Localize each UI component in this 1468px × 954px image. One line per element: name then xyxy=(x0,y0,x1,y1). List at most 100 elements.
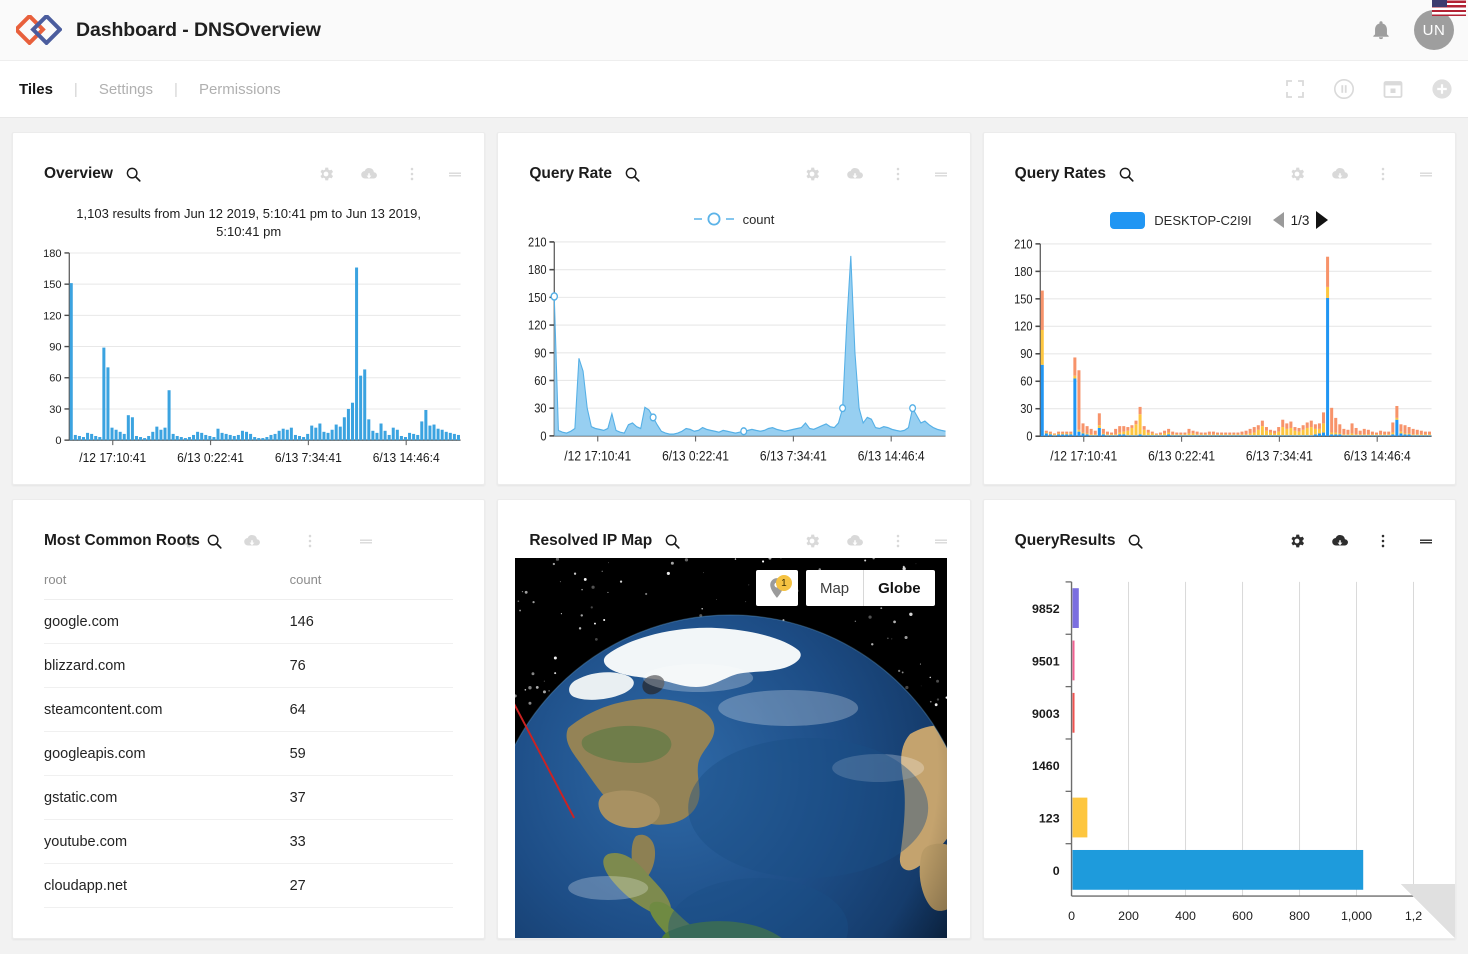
search-icon[interactable] xyxy=(1127,533,1144,550)
roots-table-wrap: root count google.com146blizzard.com76st… xyxy=(13,558,484,908)
calendar-icon[interactable] xyxy=(1381,77,1405,101)
tab-bar: Tiles | Settings | Permissions xyxy=(0,61,1468,118)
overview-results-text: 1,103 results from Jun 12 2019, 5:10:41 … xyxy=(13,191,484,245)
query-rates-legend[interactable]: DESKTOP-C2I9I 1/3 xyxy=(984,191,1455,235)
minimize-icon[interactable] xyxy=(932,165,950,183)
cell-count: 76 xyxy=(290,644,454,688)
svg-text:123: 123 xyxy=(1039,811,1060,825)
svg-text:120: 120 xyxy=(43,310,61,322)
add-icon[interactable] xyxy=(1430,77,1454,101)
table-row[interactable]: steamcontent.com64 xyxy=(44,688,453,732)
svg-text:120: 120 xyxy=(528,318,547,333)
minimize-icon[interactable] xyxy=(446,165,464,183)
gear-icon[interactable] xyxy=(803,532,821,550)
svg-text:6/13 0:22:41: 6/13 0:22:41 xyxy=(1148,448,1215,464)
table-row[interactable]: blizzard.com76 xyxy=(44,644,453,688)
tile-most-common-roots-header: Most Common Roots xyxy=(13,500,484,558)
more-vertical-icon[interactable] xyxy=(403,165,421,183)
search-icon[interactable] xyxy=(624,166,641,183)
query-rates-chart[interactable]: 0306090120150180210/12 17:10:416/13 0:22… xyxy=(984,235,1455,484)
fullscreen-icon[interactable] xyxy=(1283,77,1307,101)
svg-text:600: 600 xyxy=(1232,909,1253,923)
search-icon[interactable] xyxy=(125,166,142,183)
table-row[interactable]: googleapis.com59 xyxy=(44,732,453,776)
overview-chart[interactable]: 0306090120150180/12 17:10:416/13 0:22:41… xyxy=(13,245,484,484)
chevron-right-icon[interactable] xyxy=(1316,211,1328,229)
dashboard-toolbar xyxy=(1283,77,1454,101)
query-rate-legend[interactable]: count xyxy=(498,191,969,233)
tab-settings[interactable]: Settings xyxy=(97,81,155,98)
cloud-download-icon[interactable] xyxy=(243,532,261,550)
cloud-download-icon[interactable] xyxy=(846,532,864,550)
tile-query-rates-title: Query Rates xyxy=(1015,165,1106,183)
tile-overview-actions xyxy=(317,165,464,183)
minimize-icon[interactable] xyxy=(1417,532,1435,550)
gear-icon[interactable] xyxy=(1288,165,1306,183)
gear-icon[interactable] xyxy=(179,532,197,550)
roots-table: root count google.com146blizzard.com76st… xyxy=(44,558,453,908)
svg-text:1460: 1460 xyxy=(1032,759,1060,773)
more-vertical-icon[interactable] xyxy=(301,532,319,550)
cell-count: 146 xyxy=(290,600,454,644)
table-row[interactable]: gstatic.com37 xyxy=(44,776,453,820)
map-pin-button[interactable]: 1 xyxy=(756,570,798,606)
cell-root: blizzard.com xyxy=(44,644,290,688)
table-row[interactable]: youtube.com33 xyxy=(44,820,453,864)
gear-icon[interactable] xyxy=(803,165,821,183)
search-icon[interactable] xyxy=(1118,166,1135,183)
more-vertical-icon[interactable] xyxy=(1374,165,1392,183)
more-vertical-icon[interactable] xyxy=(889,165,907,183)
avatar[interactable]: UN xyxy=(1414,10,1454,50)
tile-query-results-header: QueryResults xyxy=(984,500,1455,558)
svg-text:1,2: 1,2 xyxy=(1405,909,1422,923)
svg-text:200: 200 xyxy=(1118,909,1139,923)
search-icon[interactable] xyxy=(206,533,223,550)
bell-icon[interactable] xyxy=(1370,18,1392,42)
cell-root: cloudapp.net xyxy=(44,864,290,908)
chevron-left-icon[interactable] xyxy=(1273,212,1284,228)
gear-icon[interactable] xyxy=(1288,532,1306,550)
app-header: Dashboard - DNSOverview UN xyxy=(0,0,1468,61)
avatar-initials: UN xyxy=(1423,22,1446,39)
gear-icon[interactable] xyxy=(317,165,335,183)
tab-tiles[interactable]: Tiles xyxy=(17,81,55,98)
svg-text:30: 30 xyxy=(49,404,61,416)
map-view-globe[interactable]: Globe xyxy=(863,570,935,606)
tab-list: Tiles | Settings | Permissions xyxy=(17,81,283,98)
svg-text:9501: 9501 xyxy=(1032,654,1060,668)
pause-icon[interactable] xyxy=(1332,77,1356,101)
cloud-download-icon[interactable] xyxy=(846,165,864,183)
tile-query-rate-header: Query Rate xyxy=(498,133,969,191)
table-row[interactable]: google.com146 xyxy=(44,600,453,644)
query-rate-chart[interactable]: 0306090120150180210/12 17:10:416/13 0:22… xyxy=(498,233,969,484)
search-icon[interactable] xyxy=(664,533,681,550)
svg-text:30: 30 xyxy=(535,401,548,416)
column-header-count[interactable]: count xyxy=(290,558,454,600)
cloud-download-icon[interactable] xyxy=(1331,165,1349,183)
tile-grid: Overview 1,103 results from Jun 12 2019,… xyxy=(0,118,1468,939)
minimize-icon[interactable] xyxy=(1417,165,1435,183)
cloud-download-icon[interactable] xyxy=(360,165,378,183)
svg-text:/12 17:10:41: /12 17:10:41 xyxy=(565,448,632,464)
tab-separator-1: | xyxy=(74,81,78,98)
svg-text:90: 90 xyxy=(535,345,548,360)
cell-root: google.com xyxy=(44,600,290,644)
tile-resolved-ip-map-title: Resolved IP Map xyxy=(529,532,652,550)
table-header-row: root count xyxy=(44,558,453,600)
table-row[interactable]: cloudapp.net27 xyxy=(44,864,453,908)
column-header-root[interactable]: root xyxy=(44,558,290,600)
cell-count: 27 xyxy=(290,864,454,908)
svg-text:400: 400 xyxy=(1175,909,1196,923)
legend-line-marker-icon xyxy=(694,211,734,227)
map-view-map[interactable]: Map xyxy=(806,570,863,606)
tile-query-results: QueryResults 02004006008001,0001,2985295… xyxy=(983,499,1456,939)
query-results-chart[interactable]: 02004006008001,0001,29852950190031460123… xyxy=(984,558,1455,939)
more-vertical-icon[interactable] xyxy=(889,532,907,550)
more-vertical-icon[interactable] xyxy=(1374,532,1392,550)
cloud-download-icon[interactable] xyxy=(1331,532,1349,550)
globe-view[interactable]: 1 Map Globe xyxy=(515,558,946,938)
tab-permissions[interactable]: Permissions xyxy=(197,81,283,98)
svg-text:180: 180 xyxy=(528,262,547,277)
minimize-icon[interactable] xyxy=(932,532,950,550)
minimize-icon[interactable] xyxy=(357,532,375,550)
